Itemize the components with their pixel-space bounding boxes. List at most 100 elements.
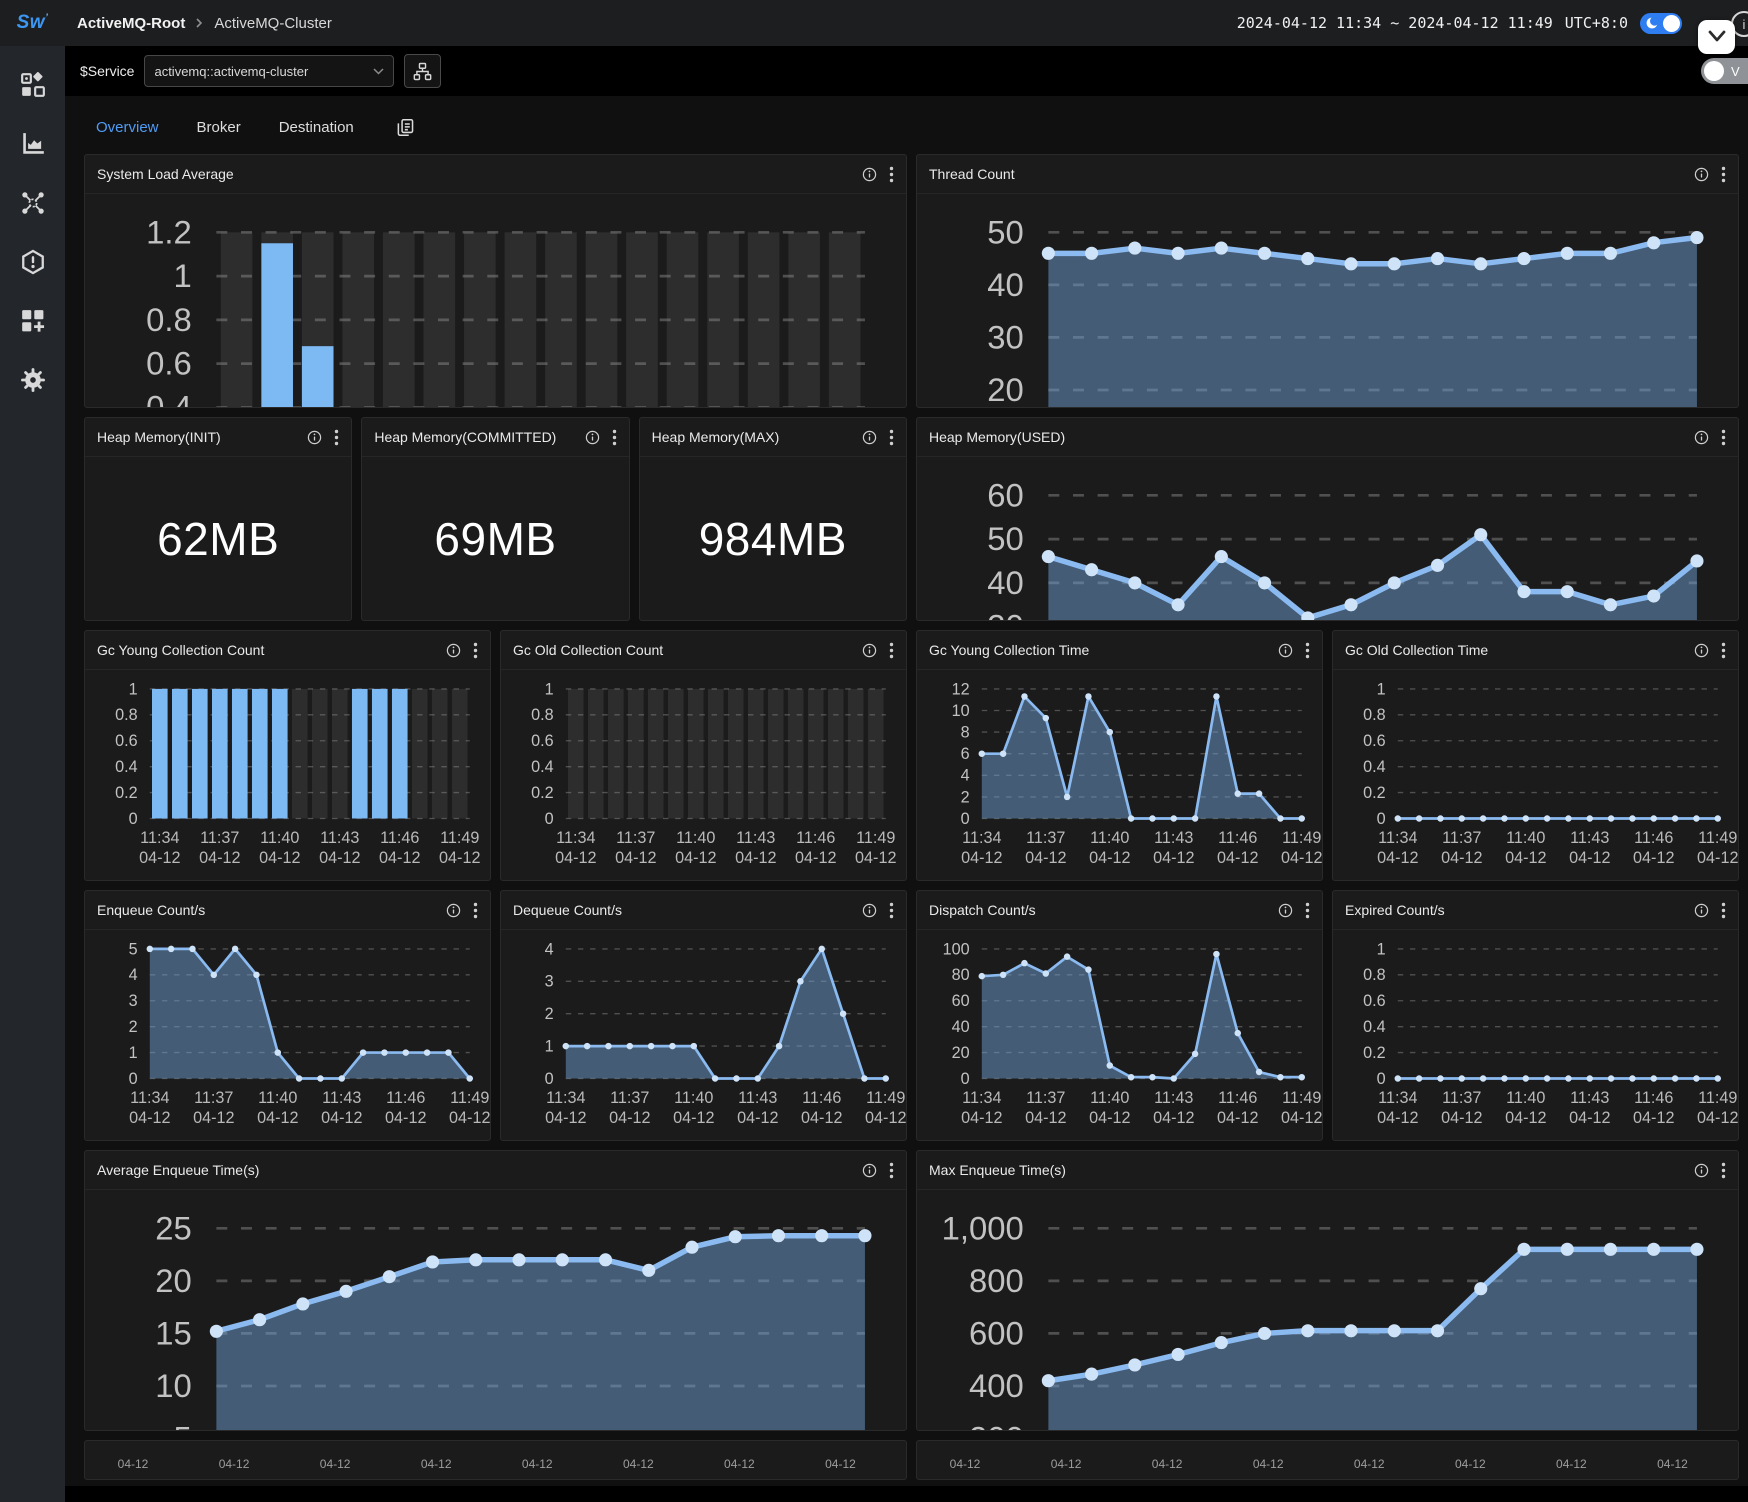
svg-text:04-12: 04-12: [1441, 849, 1482, 867]
panel-title: Gc Young Collection Count: [97, 642, 434, 658]
settings-icon[interactable]: [20, 367, 46, 393]
kebab-menu-icon[interactable]: [612, 429, 617, 446]
kebab-menu-icon[interactable]: [1721, 166, 1726, 183]
svg-text:11:49: 11:49: [1698, 1089, 1737, 1107]
svg-text:04-12: 04-12: [1697, 849, 1738, 867]
topology-icon[interactable]: [20, 190, 46, 216]
panel-title: Dispatch Count/s: [929, 902, 1266, 918]
panel-body: 00.20.40.60.8111:3404-1211:3704-1211:400…: [1333, 670, 1738, 880]
svg-text:11:46: 11:46: [802, 1089, 841, 1107]
svg-text:5: 5: [129, 940, 138, 958]
info-icon[interactable]: [307, 430, 322, 445]
kebab-menu-icon[interactable]: [1721, 902, 1726, 919]
kebab-menu-icon[interactable]: [889, 429, 894, 446]
info-icon[interactable]: [446, 903, 461, 918]
service-topology-button[interactable]: [404, 54, 441, 88]
svg-text:11:43: 11:43: [322, 1089, 361, 1107]
info-icon[interactable]: [1278, 903, 1293, 918]
info-icon[interactable]: [862, 167, 877, 182]
info-icon[interactable]: [446, 643, 461, 658]
kebab-menu-icon[interactable]: [1721, 1162, 1726, 1179]
info-icon[interactable]: [862, 903, 877, 918]
info-icon[interactable]: [1694, 643, 1709, 658]
kebab-menu-icon[interactable]: [889, 642, 894, 659]
kebab-menu-icon[interactable]: [1721, 642, 1726, 659]
svg-text:04-12: 04-12: [1089, 1109, 1130, 1127]
panel-title: Heap Memory(COMMITTED): [374, 429, 572, 445]
new-dashboard-icon[interactable]: [20, 308, 46, 334]
panel-header: Gc Old Collection Count: [501, 631, 906, 670]
tab-broker[interactable]: Broker: [197, 119, 241, 136]
svg-text:11:49: 11:49: [866, 1089, 905, 1107]
svg-text:04-12: 04-12: [385, 1109, 426, 1127]
svg-text:0.4: 0.4: [115, 758, 138, 776]
info-icon[interactable]: [862, 430, 877, 445]
svg-text:04-12: 04-12: [795, 849, 836, 867]
kebab-menu-icon[interactable]: [889, 902, 894, 919]
panel-body: 010203040506011:3404-1211:3604-1211:3804…: [917, 457, 1738, 620]
service-select[interactable]: activemq::activemq-cluster: [144, 55, 394, 87]
svg-text:11:49: 11:49: [1282, 829, 1321, 847]
svg-text:0.2: 0.2: [115, 784, 138, 802]
metrics-icon[interactable]: [20, 131, 46, 157]
partial-axis-label: 04-12: [950, 1457, 981, 1471]
svg-text:04-12: 04-12: [1505, 849, 1546, 867]
svg-text:04-12: 04-12: [555, 849, 596, 867]
kebab-menu-icon[interactable]: [1721, 429, 1726, 446]
svg-text:0.6: 0.6: [1363, 732, 1386, 750]
kebab-menu-icon[interactable]: [473, 902, 478, 919]
service-select-value: activemq::activemq-cluster: [154, 64, 373, 79]
skywalking-logo: Sw’: [0, 12, 65, 34]
svg-text:04-12: 04-12: [1089, 849, 1130, 867]
panel-header: Expired Count/s: [1333, 891, 1738, 930]
breadcrumb-current[interactable]: ActiveMQ-Cluster: [214, 15, 332, 32]
panel-grid: System Load Average 00.20.40.60.811.211:…: [84, 154, 1739, 1480]
kebab-menu-icon[interactable]: [889, 166, 894, 183]
expired-count-chart: 00.20.40.60.8111:3404-1211:3704-1211:400…: [1333, 930, 1738, 1133]
svg-text:04-12: 04-12: [1441, 1109, 1482, 1127]
info-icon[interactable]: [862, 643, 877, 658]
panel-title: Thread Count: [929, 166, 1682, 182]
info-icon[interactable]: [1278, 643, 1293, 658]
panel-title: Dequeue Count/s: [513, 902, 850, 918]
time-range-picker[interactable]: 2024-04-12 11:34 ~ 2024-04-12 11:49: [1237, 14, 1553, 32]
partial-axis-label: 04-12: [118, 1457, 149, 1471]
dark-mode-toggle[interactable]: [1640, 13, 1682, 34]
panel-body: 051015202511:3404-1211:3604-1211:3804-12…: [85, 1190, 906, 1430]
chevron-down-icon: [373, 68, 384, 75]
info-icon[interactable]: [1694, 903, 1709, 918]
svg-text:4: 4: [545, 940, 554, 958]
svg-text:2: 2: [961, 788, 970, 806]
info-icon[interactable]: [1694, 430, 1709, 445]
dashboards-icon[interactable]: [20, 72, 46, 98]
svg-text:0.6: 0.6: [146, 345, 192, 382]
info-icon[interactable]: [585, 430, 600, 445]
tab-overview[interactable]: Overview: [96, 119, 159, 136]
kebab-menu-icon[interactable]: [334, 429, 339, 446]
svg-text:0: 0: [545, 1070, 554, 1088]
service-label: $Service: [80, 63, 134, 79]
panel-header: Dequeue Count/s: [501, 891, 906, 930]
panel-title: Heap Memory(USED): [929, 429, 1682, 445]
collapse-header-button[interactable]: [1698, 20, 1735, 54]
alerting-icon[interactable]: [20, 249, 46, 275]
kebab-menu-icon[interactable]: [473, 642, 478, 659]
info-icon[interactable]: [862, 1163, 877, 1178]
info-icon[interactable]: [1694, 1163, 1709, 1178]
svg-text:0.4: 0.4: [146, 388, 192, 408]
kebab-menu-icon[interactable]: [1305, 902, 1310, 919]
svg-text:12: 12: [952, 680, 970, 698]
kebab-menu-icon[interactable]: [889, 1162, 894, 1179]
panel-body: 00.20.40.60.811.211:3404-1211:3604-1211:…: [85, 194, 906, 407]
info-icon[interactable]: [1694, 167, 1709, 182]
version-toggle[interactable]: V: [1701, 58, 1748, 84]
kebab-menu-icon[interactable]: [1305, 642, 1310, 659]
breadcrumb-root[interactable]: ActiveMQ-Root: [77, 15, 185, 32]
svg-text:25: 25: [155, 1209, 192, 1246]
tab-destination[interactable]: Destination: [279, 119, 354, 136]
svg-text:04-12: 04-12: [1153, 1109, 1194, 1127]
panel-header: Gc Old Collection Time: [1333, 631, 1738, 670]
svg-text:11:49: 11:49: [440, 829, 479, 847]
copy-dashboard-icon[interactable]: [396, 118, 415, 137]
svg-text:2: 2: [545, 1005, 554, 1023]
